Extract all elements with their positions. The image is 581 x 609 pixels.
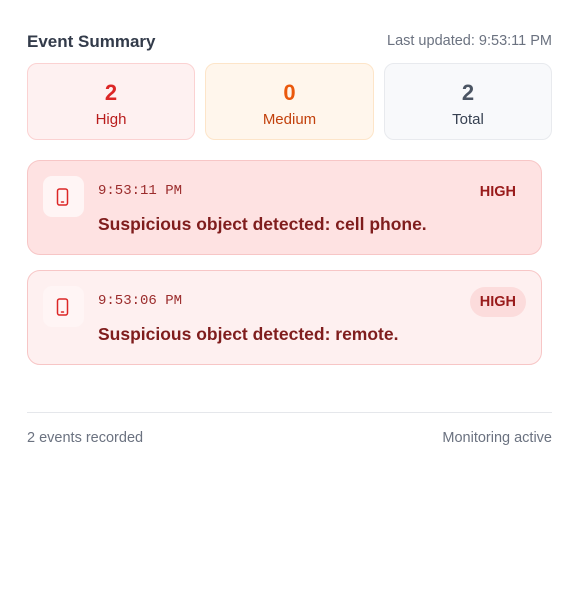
last-updated-text: Last updated: 9:53:11 PM <box>387 33 552 49</box>
stat-high-label: High <box>95 111 127 128</box>
stat-card-total: 2 Total <box>384 63 552 140</box>
phone-icon <box>43 286 84 327</box>
event-time: 9:53:06 PM <box>98 293 183 309</box>
severity-badge: HIGH <box>479 184 516 200</box>
stat-card-high: 2 High <box>27 63 195 140</box>
stat-card-medium: 0 Medium <box>205 63 374 140</box>
stat-high-value: 2 <box>104 80 118 105</box>
event-message: Suspicious object detected: remote. <box>98 324 399 344</box>
event-card[interactable]: 9:53:11 PM HIGH Suspicious object detect… <box>27 160 542 255</box>
events-count-text: 2 events recorded <box>27 430 144 446</box>
stat-total-label: Total <box>452 111 484 128</box>
severity-badge: HIGH <box>469 287 526 317</box>
page-title: Event Summary <box>27 32 156 51</box>
monitoring-status-text: Monitoring active <box>442 430 552 446</box>
event-time: 9:53:11 PM <box>98 183 183 199</box>
event-message: Suspicious object detected: cell phone. <box>98 214 427 234</box>
footer-divider <box>27 412 552 413</box>
event-card[interactable]: 9:53:06 PM HIGH Suspicious object detect… <box>27 270 542 365</box>
summary-header: Event Summary Last updated: 9:53:11 PM <box>27 32 552 54</box>
stat-medium-value: 0 <box>283 80 296 105</box>
phone-icon <box>43 176 84 217</box>
stat-medium-label: Medium <box>262 111 317 128</box>
stat-total-value: 2 <box>461 80 475 105</box>
